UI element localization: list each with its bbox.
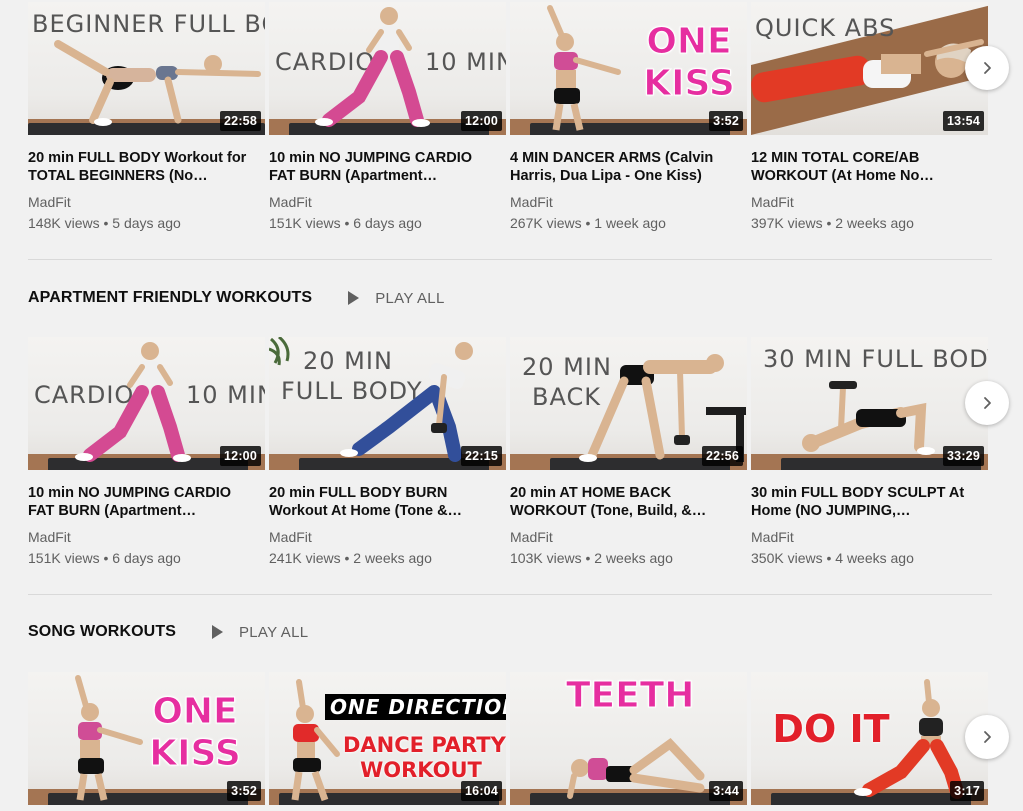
thumbnail-text: KISS: [149, 733, 242, 774]
video-thumbnail[interactable]: CARDIO 10 MIN 12:00: [269, 2, 506, 135]
play-icon: [348, 291, 360, 305]
video-title[interactable]: 10 min NO JUMPING CARDIO FAT BURN (Apart…: [269, 149, 501, 185]
video-card[interactable]: DO IT 3:17: [751, 672, 988, 805]
duration-badge: 12:00: [461, 111, 502, 131]
video-thumbnail[interactable]: 20 MIN FULL BODY 22:15: [269, 337, 506, 470]
channel-name[interactable]: MadFit: [510, 193, 747, 211]
video-card[interactable]: 30 MIN FULL BODY 33:29 30 min FULL BODY …: [751, 337, 988, 567]
video-card[interactable]: ONE KISS 3:52 4 MIN DANCER ARMS (Calvin …: [510, 2, 747, 232]
video-card[interactable]: ONE KISS 3:52: [28, 672, 265, 805]
channel-name[interactable]: MadFit: [28, 528, 265, 546]
play-icon: [211, 625, 223, 639]
video-thumbnail[interactable]: TEETH 3:44: [510, 672, 747, 805]
channel-name[interactable]: MadFit: [751, 528, 988, 546]
play-all-label: PLAY ALL: [375, 289, 445, 307]
video-thumbnail[interactable]: ONE KISS 3:52: [510, 2, 747, 135]
channel-name[interactable]: MadFit: [510, 528, 747, 546]
shelf-divider: [28, 259, 992, 260]
play-all-button[interactable]: PLAY ALL: [211, 623, 309, 641]
shelf-title[interactable]: APARTMENT FRIENDLY WORKOUTS: [28, 289, 312, 307]
video-card[interactable]: CARDIO 10 MIN 12:00 10 min NO JUMPING CA…: [28, 337, 265, 567]
video-card[interactable]: 20 MIN BACK 22:56 20 min AT HOME BACK WO…: [510, 337, 747, 567]
play-all-button[interactable]: PLAY ALL: [348, 290, 444, 307]
video-thumbnail[interactable]: 20 MIN BACK 22:56: [510, 337, 747, 470]
video-meta: 148K views • 5 days ago: [28, 215, 181, 231]
video-meta: 103K views • 2 weeks ago: [510, 550, 673, 566]
video-meta: 151K views • 6 days ago: [28, 550, 181, 566]
channel-name[interactable]: MadFit: [269, 193, 506, 211]
video-card[interactable]: CARDIO 10 MIN 12:00 10 min NO JUMPING CA…: [269, 2, 506, 232]
video-title[interactable]: 4 MIN DANCER ARMS (Calvin Harris, Dua Li…: [510, 149, 742, 185]
shelf-next-button[interactable]: [965, 46, 1009, 90]
shelf-next-button[interactable]: [965, 381, 1009, 425]
video-card[interactable]: 20 MIN FULL BODY 22:15 20 min FULL BODY …: [269, 337, 506, 567]
duration-badge: 3:52: [227, 781, 261, 801]
video-thumbnail[interactable]: ONE DIRECTION DANCE PARTY WORKOUT 16:04: [269, 672, 506, 805]
video-thumbnail[interactable]: ONE KISS 3:52: [28, 672, 265, 805]
play-all-label: PLAY ALL: [238, 623, 309, 641]
video-meta: 350K views • 4 weeks ago: [751, 550, 914, 566]
duration-badge: 3:44: [709, 781, 743, 801]
shelf-next-button[interactable]: [965, 715, 1009, 759]
duration-badge: 13:54: [943, 111, 984, 131]
duration-badge: 12:00: [220, 446, 261, 466]
thumbnail-text: ONE: [646, 21, 732, 62]
video-card[interactable]: QUICK ABS 13:54 12 MIN TOTAL CORE/AB WOR…: [751, 2, 988, 232]
chevron-right-icon: [984, 397, 991, 409]
shelf-header: SONG WORKOUTS PLAY ALL: [28, 620, 308, 644]
thumbnail-text: ONE DIRECTION: [325, 694, 506, 720]
video-thumbnail[interactable]: QUICK ABS 13:54: [751, 2, 988, 135]
duration-badge: 22:56: [702, 446, 743, 466]
video-meta: 267K views • 1 week ago: [510, 215, 666, 231]
video-thumbnail[interactable]: DO IT 3:17: [751, 672, 988, 805]
video-title[interactable]: 20 min AT HOME BACK WORKOUT (Tone, Build…: [510, 484, 742, 520]
video-card[interactable]: TEETH 3:44: [510, 672, 747, 805]
video-card[interactable]: ONE DIRECTION DANCE PARTY WORKOUT 16:04: [269, 672, 506, 805]
video-title[interactable]: 30 min FULL BODY SCULPT At Home (NO JUMP…: [751, 484, 983, 520]
thumbnail-text: KISS: [643, 63, 736, 104]
shelf-header: APARTMENT FRIENDLY WORKOUTS PLAY ALL: [28, 286, 445, 310]
thumbnail-text: DANCE PARTY: [343, 733, 506, 757]
duration-badge: 3:52: [709, 111, 743, 131]
shelf-divider: [28, 594, 992, 595]
video-title[interactable]: 20 min FULL BODY Workout for TOTAL BEGIN…: [28, 149, 260, 185]
channel-name[interactable]: MadFit: [751, 193, 988, 211]
video-title[interactable]: 20 min FULL BODY BURN Workout At Home (T…: [269, 484, 501, 520]
chevron-right-icon: [984, 731, 991, 743]
channel-name[interactable]: MadFit: [28, 193, 265, 211]
duration-badge: 22:58: [220, 111, 261, 131]
duration-badge: 22:15: [461, 446, 502, 466]
video-thumbnail[interactable]: BEGINNER FULL BODY 22:58: [28, 2, 265, 135]
duration-badge: 33:29: [943, 446, 984, 466]
video-thumbnail[interactable]: CARDIO 10 MIN 12:00: [28, 337, 265, 470]
video-thumbnail[interactable]: 30 MIN FULL BODY 33:29: [751, 337, 988, 470]
thumbnail-text: ONE: [152, 691, 238, 732]
thumbnail-text: WORKOUT: [360, 758, 482, 782]
video-title[interactable]: 12 MIN TOTAL CORE/AB WORKOUT (At Home No…: [751, 149, 983, 185]
video-card[interactable]: BEGINNER FULL BODY 22:58 20 min FULL BOD…: [28, 2, 265, 232]
channel-name[interactable]: MadFit: [269, 528, 506, 546]
duration-badge: 3:17: [950, 781, 984, 801]
video-title[interactable]: 10 min NO JUMPING CARDIO FAT BURN (Apart…: [28, 484, 260, 520]
video-meta: 397K views • 2 weeks ago: [751, 215, 914, 231]
video-meta: 151K views • 6 days ago: [269, 215, 422, 231]
chevron-right-icon: [984, 62, 991, 74]
shelf-title[interactable]: SONG WORKOUTS: [28, 623, 176, 641]
duration-badge: 16:04: [461, 781, 502, 801]
video-meta: 241K views • 2 weeks ago: [269, 550, 432, 566]
